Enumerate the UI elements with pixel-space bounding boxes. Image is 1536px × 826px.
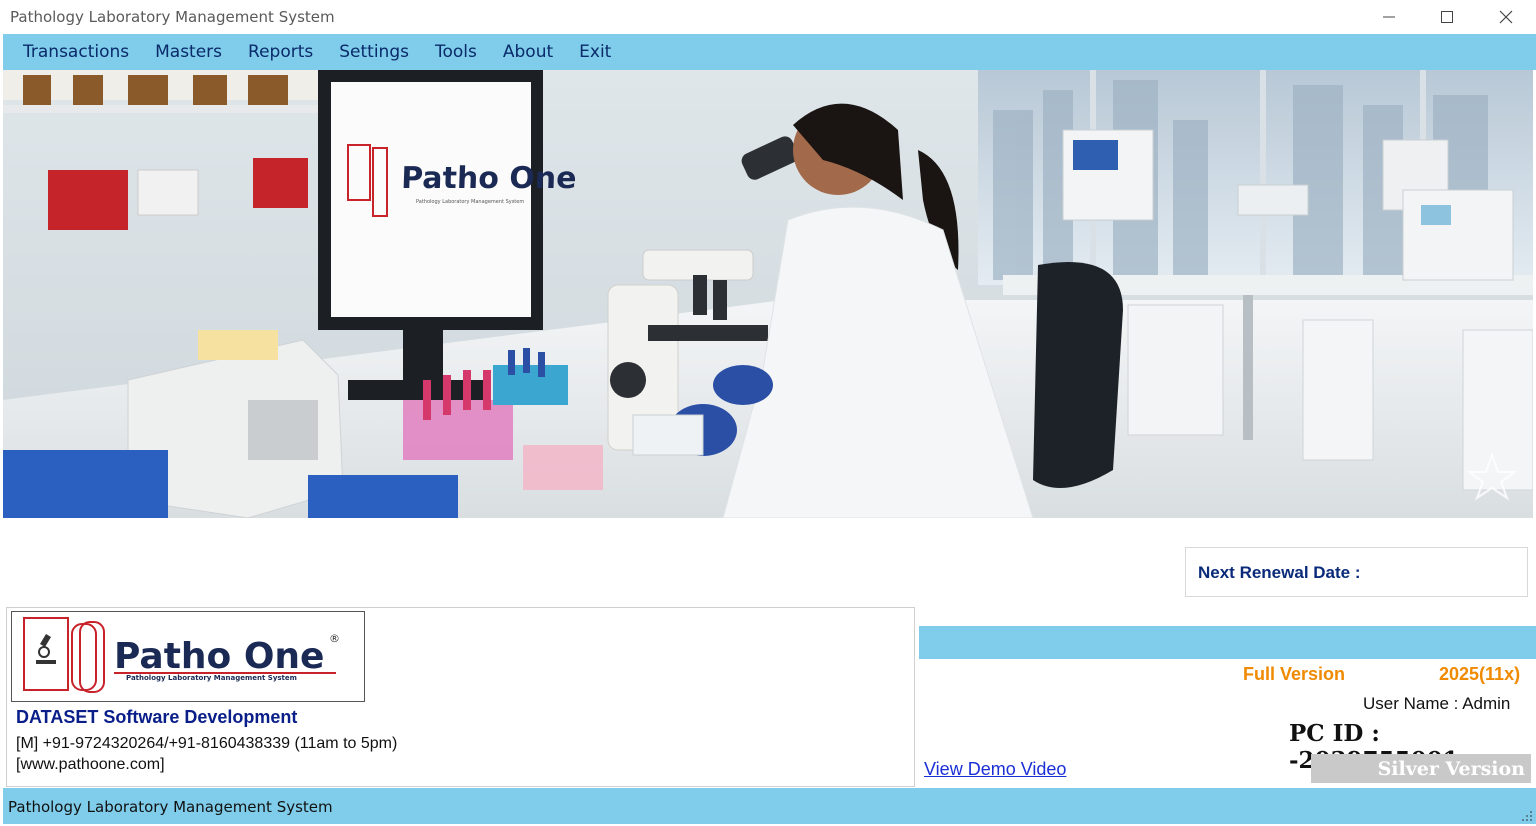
minimize-icon — [1383, 16, 1395, 18]
resize-grip-icon[interactable] — [1519, 808, 1533, 822]
minimize-button[interactable] — [1360, 0, 1418, 34]
edition-label: Full Version — [1243, 664, 1346, 684]
menu-tools[interactable]: Tools — [435, 42, 477, 62]
company-panel: Patho One Pathology Laboratory Managemen… — [6, 607, 915, 787]
microscope-logo-icon — [23, 617, 105, 693]
menu-transactions[interactable]: Transactions — [23, 42, 129, 62]
status-bar: Pathology Laboratory Management System — [3, 788, 1536, 824]
view-demo-video-link[interactable]: View Demo Video — [924, 759, 1066, 780]
menu-about[interactable]: About — [503, 42, 553, 62]
silver-version-badge: Silver Version — [1311, 754, 1531, 783]
close-icon — [1499, 10, 1513, 24]
license-header-strip — [919, 626, 1536, 659]
renewal-panel: Next Renewal Date : — [1185, 547, 1528, 597]
menu-settings[interactable]: Settings — [339, 42, 409, 62]
menu-bar: Transactions Masters Reports Settings To… — [3, 34, 1536, 70]
menu-exit[interactable]: Exit — [579, 42, 611, 62]
window-title: Pathology Laboratory Management System — [10, 8, 335, 26]
monitor-brand: Patho One — [401, 161, 578, 196]
title-bar: Pathology Laboratory Management System — [0, 0, 1536, 34]
renewal-label: Next Renewal Date : — [1198, 563, 1361, 582]
maximize-icon — [1441, 11, 1453, 23]
patho-one-logo: Patho One Pathology Laboratory Managemen… — [23, 617, 340, 693]
company-logo: Patho One Pathology Laboratory Managemen… — [11, 611, 365, 702]
menu-reports[interactable]: Reports — [248, 42, 313, 62]
lab-scene-illustration: Patho One Pathology Laboratory Managemen… — [3, 70, 1533, 518]
logo-text: Patho One — [114, 636, 324, 677]
version-year: 2025(11x) — [1439, 664, 1521, 684]
company-name: DATASET Software Development — [16, 707, 298, 727]
close-button[interactable] — [1477, 0, 1535, 34]
banner-image: Patho One Pathology Laboratory Managemen… — [3, 70, 1533, 518]
company-website: [www.pathoone.com] — [16, 756, 165, 773]
logo-tagline: Pathology Laboratory Management System — [126, 674, 297, 682]
company-phone: [M] +91-9724320264/+91-8160438339 (11am … — [16, 735, 398, 752]
maximize-button[interactable] — [1418, 0, 1476, 34]
registered-mark: ® — [329, 632, 340, 645]
menu-masters[interactable]: Masters — [155, 42, 222, 62]
user-name: User Name : Admin — [1363, 694, 1511, 713]
monitor-tagline: Pathology Laboratory Management System — [416, 199, 524, 205]
status-text: Pathology Laboratory Management System — [8, 798, 333, 816]
